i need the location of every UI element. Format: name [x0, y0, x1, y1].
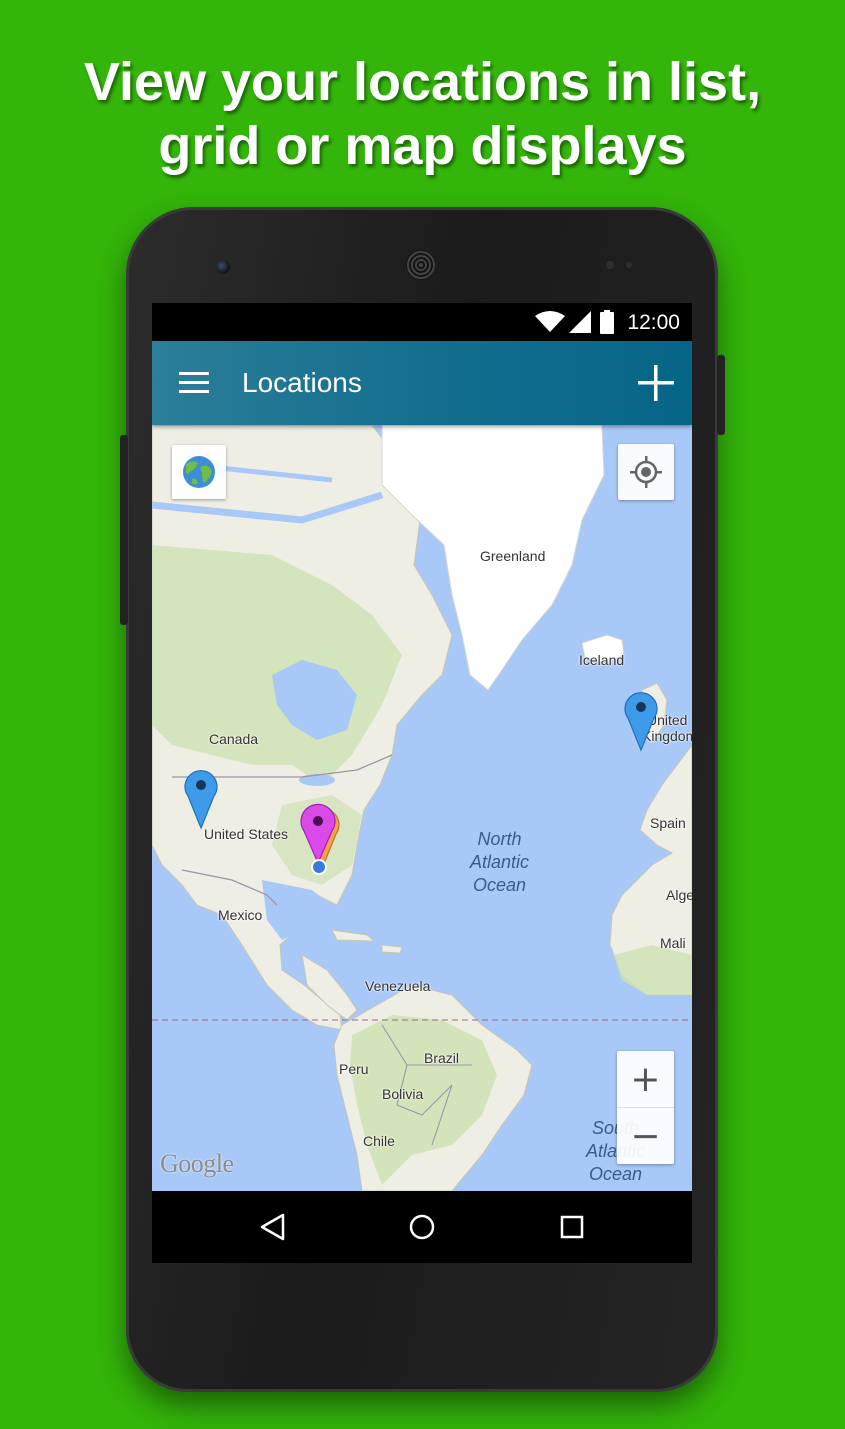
battery-icon — [600, 310, 614, 334]
ocean-word-1: North — [477, 829, 522, 849]
my-location-icon — [630, 456, 662, 488]
map-label-greenland: Greenland — [480, 548, 546, 564]
map-label-mali: Mali — [660, 935, 686, 951]
zoom-in-button[interactable]: + — [617, 1051, 674, 1107]
location-pin-southeast-us[interactable] — [300, 803, 336, 865]
map-label-algeria: Alge — [666, 887, 692, 903]
light-sensor — [626, 262, 632, 268]
cell-signal-icon — [569, 311, 591, 333]
location-pin-western-us[interactable] — [184, 768, 218, 830]
map-label-venezuela: Venezuela — [365, 978, 431, 994]
great-lakes — [299, 774, 335, 786]
page-title: Locations — [242, 367, 362, 398]
proximity-sensor — [606, 261, 614, 269]
location-pin-united-kingdom[interactable] — [624, 690, 658, 752]
recents-icon[interactable] — [552, 1207, 592, 1247]
my-location-dot — [311, 859, 327, 875]
power-button — [717, 355, 725, 435]
ocean-word-3: Ocean — [588, 1164, 643, 1184]
map-label-bolivia: Bolivia — [382, 1086, 424, 1102]
zoom-controls: + − — [617, 1051, 674, 1164]
zoom-out-button[interactable]: − — [617, 1108, 674, 1164]
vegetation-africa — [614, 945, 692, 995]
front-camera — [216, 260, 230, 274]
home-icon[interactable] — [402, 1207, 442, 1247]
map-label-canada: Canada — [209, 731, 259, 747]
my-location-button[interactable] — [618, 444, 674, 500]
ocean-label-north-atlantic: North Atlantic Ocean — [470, 828, 529, 897]
google-attribution-logo: Google — [160, 1149, 234, 1178]
headline-line-2: grid or map displays — [158, 116, 687, 176]
map-label-mexico: Mexico — [218, 907, 263, 923]
earpiece-speaker — [406, 250, 436, 280]
headline-line-1: View your locations in list, — [83, 52, 762, 112]
app-bar: Locations — [152, 341, 692, 425]
globe-icon — [183, 456, 215, 488]
ocean-word-2: Atlantic — [470, 852, 530, 872]
status-time: 12:00 — [627, 311, 680, 334]
hamburger-menu-icon[interactable] — [174, 367, 214, 399]
map-label-spain: Spain — [650, 815, 686, 831]
map-label-brazil: Brazil — [424, 1050, 460, 1066]
volume-button — [120, 435, 128, 625]
map-label-iceland: Iceland — [579, 652, 625, 668]
caribbean-islands — [331, 929, 403, 954]
map-base-layer — [152, 425, 692, 1191]
promo-headline: View your locations in list, grid or map… — [0, 50, 845, 178]
status-bar: 12:00 — [152, 303, 692, 341]
map-label-chile: Chile — [363, 1133, 395, 1149]
system-nav-bar — [152, 1191, 692, 1263]
wifi-icon — [535, 311, 565, 332]
map-label-peru: Peru — [339, 1061, 369, 1077]
back-icon[interactable] — [252, 1207, 292, 1247]
map-view[interactable]: Greenland Iceland United Kingdom Canada … — [152, 425, 692, 1191]
phone-screen: 12:00 Locations Greenland Iceland United… — [152, 303, 692, 1263]
ocean-word-3: Ocean — [472, 875, 527, 895]
map-layers-button[interactable] — [172, 445, 226, 499]
add-icon[interactable] — [634, 361, 678, 405]
